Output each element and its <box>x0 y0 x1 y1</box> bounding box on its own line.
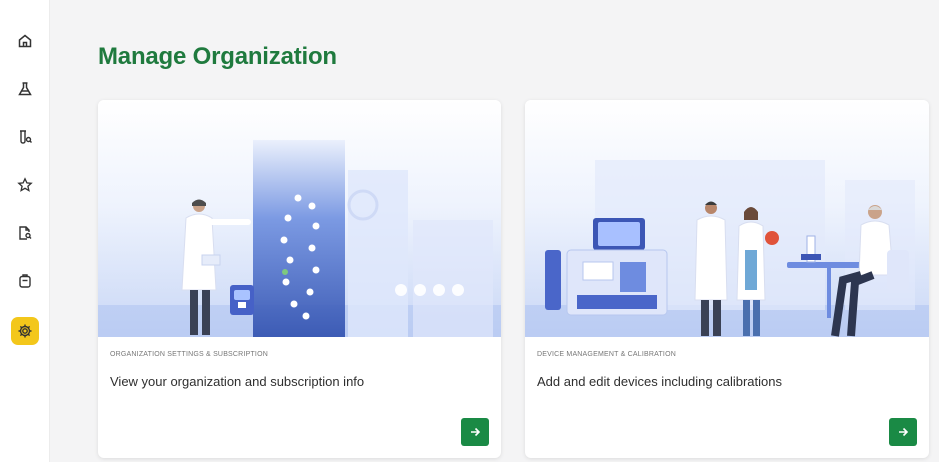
organization-illustration <box>98 100 501 337</box>
device-management-illustration <box>525 100 929 337</box>
arrow-right-icon <box>471 427 481 437</box>
device-management-card[interactable]: DEVICE MANAGEMENT & CALIBRATION Add and … <box>525 100 929 458</box>
sidebar-item-home[interactable] <box>11 27 39 55</box>
flask-icon <box>18 82 32 96</box>
report-search-icon <box>19 226 32 240</box>
page-title: Manage Organization <box>98 43 337 70</box>
organization-settings-card[interactable]: ORGANIZATION SETTINGS & SUBSCRIPTION Vie… <box>98 100 501 458</box>
sidebar-item-experiments[interactable] <box>11 75 39 103</box>
sidebar <box>0 0 50 462</box>
home-icon <box>18 34 32 48</box>
arrow-right-icon <box>899 427 909 437</box>
sidebar-item-tests[interactable] <box>11 123 39 151</box>
card-description: Add and edit devices including calibrati… <box>537 374 782 389</box>
sidebar-item-reports[interactable] <box>11 219 39 247</box>
card-category: ORGANIZATION SETTINGS & SUBSCRIPTION <box>110 351 268 358</box>
clipboard-icon <box>19 274 31 288</box>
test-search-icon <box>20 130 32 144</box>
star-icon <box>17 177 33 192</box>
gear-icon <box>18 324 32 338</box>
sidebar-item-organization-settings[interactable] <box>11 317 39 345</box>
card-description: View your organization and subscription … <box>110 374 365 389</box>
sidebar-item-favorites[interactable] <box>11 171 39 199</box>
open-device-management-button[interactable] <box>889 418 917 446</box>
card-category: DEVICE MANAGEMENT & CALIBRATION <box>537 351 676 358</box>
sidebar-item-protocols[interactable] <box>11 267 39 295</box>
open-organization-settings-button[interactable] <box>461 418 489 446</box>
